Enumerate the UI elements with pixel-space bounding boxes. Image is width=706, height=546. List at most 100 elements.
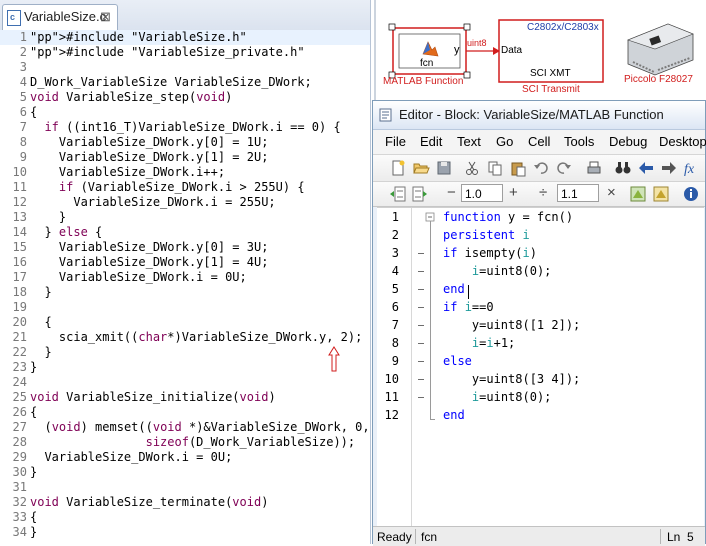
- print-icon[interactable]: [585, 159, 603, 177]
- code-line[interactable]: 7 y=uint8([1 2]);: [377, 316, 704, 334]
- code-line[interactable]: 31: [0, 480, 370, 495]
- matlab-code-area[interactable]: 1 function y = fcn() 2 persistent i 3 if isem…: [377, 207, 704, 526]
- cell-tool-green-icon[interactable]: [629, 185, 647, 203]
- editor-title-bar[interactable]: Editor - Block: VariableSize/MATLAB Func…: [373, 101, 705, 130]
- code-line[interactable]: 1 "pp">#include "VariableSize.h": [0, 30, 370, 45]
- code-line[interactable]: 10 VariableSize_DWork.i++;: [0, 165, 370, 180]
- menu-edit[interactable]: Edit: [420, 134, 442, 149]
- code-line[interactable]: 19: [0, 300, 370, 315]
- c-code-lines[interactable]: 1 "pp">#include "VariableSize.h" 2 "pp">#in…: [0, 30, 370, 540]
- go-forward-icon[interactable]: [660, 159, 678, 177]
- menu-tools[interactable]: Tools: [564, 134, 594, 149]
- simulink-model-canvas[interactable]: fcn y MATLAB Function uint8 C2802x/C2803…: [372, 0, 706, 100]
- code-line[interactable]: 24: [0, 375, 370, 390]
- code-line[interactable]: 27 (void) memset((void *)&VariableSize_D…: [0, 420, 370, 435]
- copy-icon[interactable]: [486, 159, 504, 177]
- menu-file[interactable]: File: [385, 134, 406, 149]
- editor-status-bar: Ready fcn Ln 5: [373, 526, 705, 546]
- cell-increment-button[interactable]: +: [509, 184, 518, 201]
- breakpoint-dash[interactable]: [418, 325, 424, 326]
- code-line[interactable]: 1 function y = fcn(): [377, 208, 704, 226]
- cell-multiply-button[interactable]: ×: [607, 184, 616, 201]
- code-line[interactable]: 12 VariableSize_DWork.i = 255U;: [0, 195, 370, 210]
- close-tab-icon[interactable]: ⊠: [100, 5, 111, 29]
- code-line[interactable]: 29 VariableSize_DWork.i = 0U;: [0, 450, 370, 465]
- evaluate-cell-icon[interactable]: [411, 185, 429, 203]
- insert-cell-break-icon[interactable]: [389, 185, 407, 203]
- breakpoint-dash[interactable]: [418, 289, 424, 290]
- code-line[interactable]: 22 }: [0, 345, 370, 360]
- breakpoint-dash[interactable]: [418, 307, 424, 308]
- save-icon[interactable]: [435, 159, 453, 177]
- code-line[interactable]: 32 void VariableSize_terminate(void): [0, 495, 370, 510]
- breakpoint-dash[interactable]: [418, 343, 424, 344]
- code-line[interactable]: 3 if isempty(i): [377, 244, 704, 262]
- cell-value-input-2[interactable]: 1.1: [557, 184, 599, 202]
- matlab-function-editor-window[interactable]: Editor - Block: VariableSize/MATLAB Func…: [372, 100, 706, 546]
- code-line[interactable]: 4 i=uint8(0);: [377, 262, 704, 280]
- code-line[interactable]: 11 if (VariableSize_DWork.i > 255U) {: [0, 180, 370, 195]
- cut-icon[interactable]: [463, 159, 481, 177]
- undo-icon[interactable]: [532, 159, 550, 177]
- code-line[interactable]: 2 persistent i: [377, 226, 704, 244]
- uint8-signal-line[interactable]: [466, 47, 500, 55]
- code-line[interactable]: 20 {: [0, 315, 370, 330]
- code-line[interactable]: 6{: [0, 105, 370, 120]
- menu-cell[interactable]: Cell: [528, 134, 550, 149]
- breakpoint-dash[interactable]: [418, 379, 424, 380]
- breakpoint-dash[interactable]: [418, 397, 424, 398]
- code-line[interactable]: 3: [0, 60, 370, 75]
- new-file-icon[interactable]: [389, 159, 407, 177]
- code-line[interactable]: 13 }: [0, 210, 370, 225]
- code-line[interactable]: 9 VariableSize_DWork.y[1] = 2U;: [0, 150, 370, 165]
- code-line[interactable]: 16 VariableSize_DWork.y[1] = 4U;: [0, 255, 370, 270]
- code-line[interactable]: 8 VariableSize_DWork.y[0] = 1U;: [0, 135, 370, 150]
- code-line[interactable]: 12 end: [377, 406, 704, 424]
- code-line[interactable]: 28 sizeof(D_Work_VariableSize));: [0, 435, 370, 450]
- menu-desktop[interactable]: Desktop: [659, 134, 706, 149]
- cell-decrement-button[interactable]: −: [447, 184, 456, 201]
- code-line[interactable]: 2 "pp">#include "VariableSize_private.h": [0, 45, 370, 60]
- code-line[interactable]: 26{: [0, 405, 370, 420]
- code-line[interactable]: 34}: [0, 525, 370, 540]
- tab-variablesize-c[interactable]: c VariableSize.c ⊠: [2, 4, 118, 30]
- go-back-icon[interactable]: [637, 159, 655, 177]
- c-source-editor[interactable]: c VariableSize.c ⊠ 1 "pp">#include "Varia…: [0, 0, 371, 544]
- info-icon[interactable]: [682, 185, 700, 203]
- code-line[interactable]: 25 void VariableSize_initialize(void): [0, 390, 370, 405]
- function-fx-icon[interactable]: fx: [683, 159, 701, 177]
- code-line[interactable]: 7 if ((int16_T)VariableSize_DWork.i == 0…: [0, 120, 370, 135]
- cell-value-input-1[interactable]: 1.0: [461, 184, 503, 202]
- code-line[interactable]: 23}: [0, 360, 370, 375]
- piccolo-board-icon[interactable]: [627, 23, 694, 76]
- code-line[interactable]: 5 end: [377, 280, 704, 298]
- code-line[interactable]: 21 scia_xmit((char*)VariableSize_DWork.y…: [0, 330, 370, 345]
- menu-go[interactable]: Go: [496, 134, 513, 149]
- breakpoint-dash[interactable]: [418, 271, 424, 272]
- code-line[interactable]: 30}: [0, 465, 370, 480]
- c-editor-tab-bar: c VariableSize.c ⊠: [0, 0, 370, 31]
- redo-icon[interactable]: [555, 159, 573, 177]
- code-line[interactable]: 6 if i==0: [377, 298, 704, 316]
- code-line[interactable]: 8 i=i+1;: [377, 334, 704, 352]
- open-folder-icon[interactable]: [412, 159, 430, 177]
- find-binoculars-icon[interactable]: [614, 159, 632, 177]
- code-line[interactable]: 33{: [0, 510, 370, 525]
- code-line[interactable]: 15 VariableSize_DWork.y[0] = 3U;: [0, 240, 370, 255]
- paste-icon[interactable]: [509, 159, 527, 177]
- cell-tool-yellow-icon[interactable]: [652, 185, 670, 203]
- breakpoint-dash[interactable]: [418, 253, 424, 254]
- code-line[interactable]: 17 VariableSize_DWork.i = 0U;: [0, 270, 370, 285]
- code-line[interactable]: 11 i=uint8(0);: [377, 388, 704, 406]
- code-line[interactable]: 18 }: [0, 285, 370, 300]
- menu-debug[interactable]: Debug: [609, 134, 647, 149]
- code-line[interactable]: 9 else: [377, 352, 704, 370]
- cell-divide-button[interactable]: ÷: [539, 184, 547, 201]
- menu-text[interactable]: Text: [457, 134, 481, 149]
- code-line[interactable]: 10 y=uint8([3 4]);: [377, 370, 704, 388]
- breakpoint-dash[interactable]: [418, 361, 424, 362]
- code-line[interactable]: 4 D_Work_VariableSize VariableSize_DWork;: [0, 75, 370, 90]
- code-line[interactable]: 14 } else {: [0, 225, 370, 240]
- code-line[interactable]: 5 void VariableSize_step(void): [0, 90, 370, 105]
- code-text: }: [30, 360, 38, 374]
